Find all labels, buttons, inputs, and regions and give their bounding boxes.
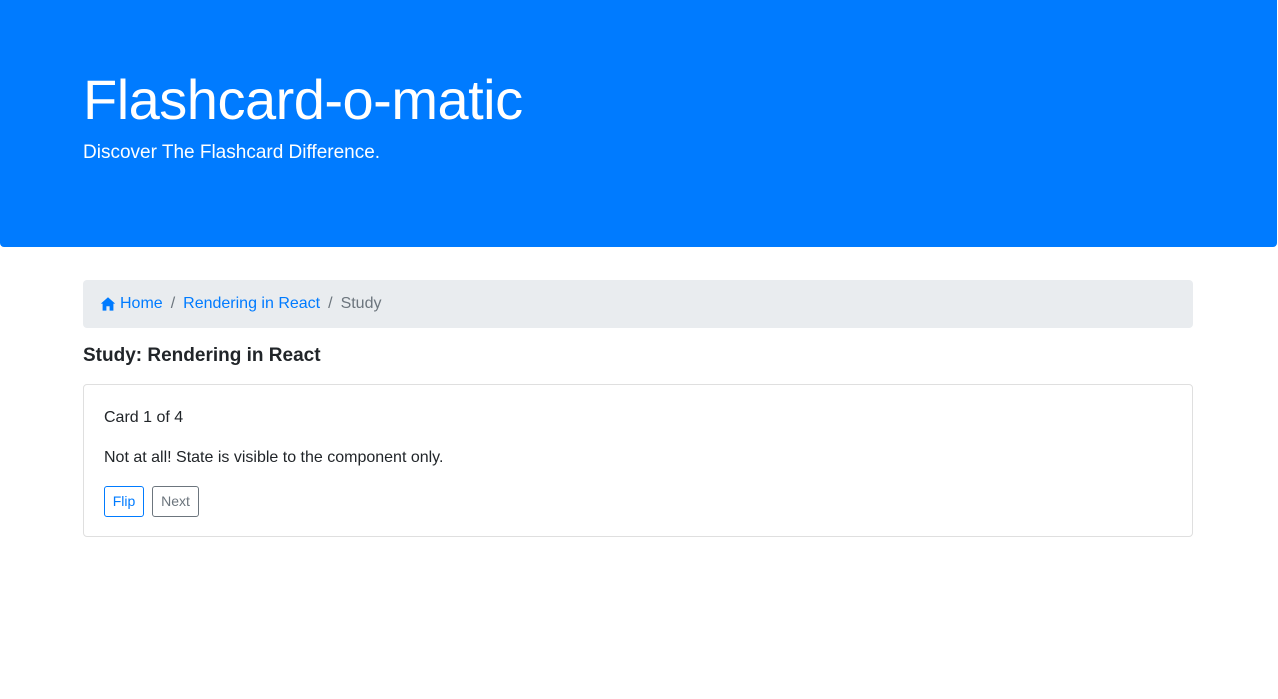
breadcrumb: Home / Rendering in React / Study — [83, 280, 1193, 328]
card-text: Not at all! State is visible to the comp… — [104, 449, 444, 466]
breadcrumb-separator: / — [328, 295, 333, 312]
app-title: Flashcard-o-matic — [83, 68, 523, 131]
page-title: Study: Rendering in React — [83, 345, 321, 366]
flip-button[interactable]: Flip — [104, 486, 144, 517]
header-jumbotron: Flashcard-o-matic Discover The Flashcard… — [0, 0, 1277, 247]
breadcrumb-current: Study — [340, 295, 382, 312]
next-button[interactable]: Next — [152, 486, 199, 517]
card-counter: Card 1 of 4 — [104, 409, 184, 426]
breadcrumb-home-link[interactable]: Home — [100, 295, 163, 313]
flashcard: Card 1 of 4 Not at all! State is visible… — [83, 384, 1193, 537]
breadcrumb-separator: / — [170, 295, 176, 312]
app-subtitle: Discover The Flashcard Difference. — [83, 142, 381, 163]
breadcrumb-home-label: Home — [120, 295, 163, 312]
breadcrumb-deck-link[interactable]: Rendering in React — [183, 295, 320, 313]
home-icon — [100, 297, 116, 311]
